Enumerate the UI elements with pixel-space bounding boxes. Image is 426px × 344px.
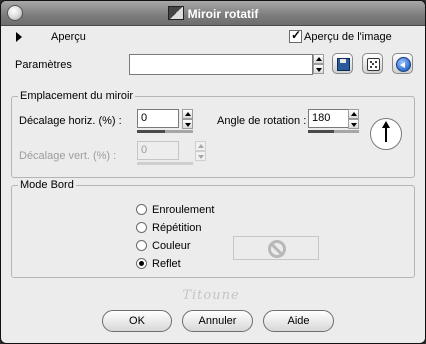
vert-offset-slider-fill [137,162,165,165]
watermark-signature: Titoune [182,288,240,303]
dialog-window: Miroir rotatif Aperçu ✓ Aperçu de l'imag… [0,0,426,344]
title-app-icon [167,6,184,20]
expand-triangle-icon[interactable] [16,32,22,42]
edge-mode-group: Mode Bord [11,179,415,278]
radio-label-reflet[interactable]: Reflet [152,258,181,270]
radio-label-enroulement[interactable]: Enroulement [152,204,214,216]
dial-arrow [382,121,390,142]
vert-spin-down[interactable] [195,151,206,161]
no-color-icon [268,240,286,258]
randomize-button[interactable] [362,53,383,74]
horiz-spin-up[interactable] [182,109,193,119]
reset-button[interactable] [392,53,413,74]
dice-pip [372,63,374,65]
rotation-angle-label: Angle de rotation : [217,115,307,127]
dice-pip [375,61,377,63]
horiz-spin-down[interactable] [182,119,193,129]
angle-spin-down[interactable] [348,119,359,129]
title-bar[interactable]: Miroir rotatif [1,1,425,26]
horiz-offset-label: Décalage horiz. (%) : [19,115,122,127]
presets-spin-down[interactable] [313,64,324,74]
presets-label: Paramètres [15,59,72,71]
horiz-offset-spinner[interactable] [182,109,193,130]
preview-checkbox-label[interactable]: Aperçu de l'image [304,31,392,43]
radio-reflet[interactable] [136,258,147,269]
vert-offset-input[interactable]: 0 [137,141,179,160]
presets-spinner[interactable] [313,54,324,75]
apercu-label[interactable]: Aperçu [51,31,86,43]
save-preset-button[interactable] [332,53,353,74]
horiz-offset-slider[interactable] [137,130,193,133]
rotation-angle-slider[interactable] [308,130,359,133]
preview-row: Aperçu ✓ Aperçu de l'image [1,28,425,47]
radio-label-couleur[interactable]: Couleur [152,240,191,252]
edge-mode-legend: Mode Bord [20,179,74,191]
dice-pip [375,66,377,68]
check-mark-icon: ✓ [291,28,302,42]
presets-input[interactable] [129,54,313,75]
radio-couleur[interactable] [136,240,147,251]
rotation-angle-input[interactable]: 180 [308,109,351,128]
radio-label-repetition[interactable]: Répétition [152,222,202,234]
presets-spin-up[interactable] [313,54,324,64]
horiz-offset-input[interactable]: 0 [137,109,179,128]
title-wrap: Miroir rotatif [1,6,425,21]
rotation-angle-slider-fill [308,130,334,133]
horiz-offset-slider-fill [137,130,165,133]
help-button[interactable]: Aide [263,310,334,332]
cancel-button[interactable]: Annuler [182,310,253,332]
window-title: Miroir rotatif [187,7,259,21]
vert-offset-slider[interactable] [137,162,193,165]
radio-enroulement[interactable] [136,204,147,215]
dice-icon [367,58,380,71]
vert-offset-spinner[interactable] [195,141,206,162]
rotation-angle-spinner[interactable] [348,109,359,130]
angle-spin-up[interactable] [348,109,359,119]
save-icon [337,58,350,71]
radio-repetition[interactable] [136,222,147,233]
vert-spin-up[interactable] [195,141,206,151]
preview-checkbox[interactable]: ✓ [289,28,302,43]
dice-pip [370,66,372,68]
reset-icon [396,57,411,72]
radio-selected-dot [139,261,144,266]
vert-offset-label: Décalage vert. (%) : [19,150,117,162]
mirror-placement-group: Emplacement du miroir [11,90,415,178]
mirror-placement-legend: Emplacement du miroir [20,90,134,102]
rotation-dial-icon[interactable] [370,118,402,150]
ok-button[interactable]: OK [102,310,172,332]
color-swatch[interactable] [233,236,319,260]
